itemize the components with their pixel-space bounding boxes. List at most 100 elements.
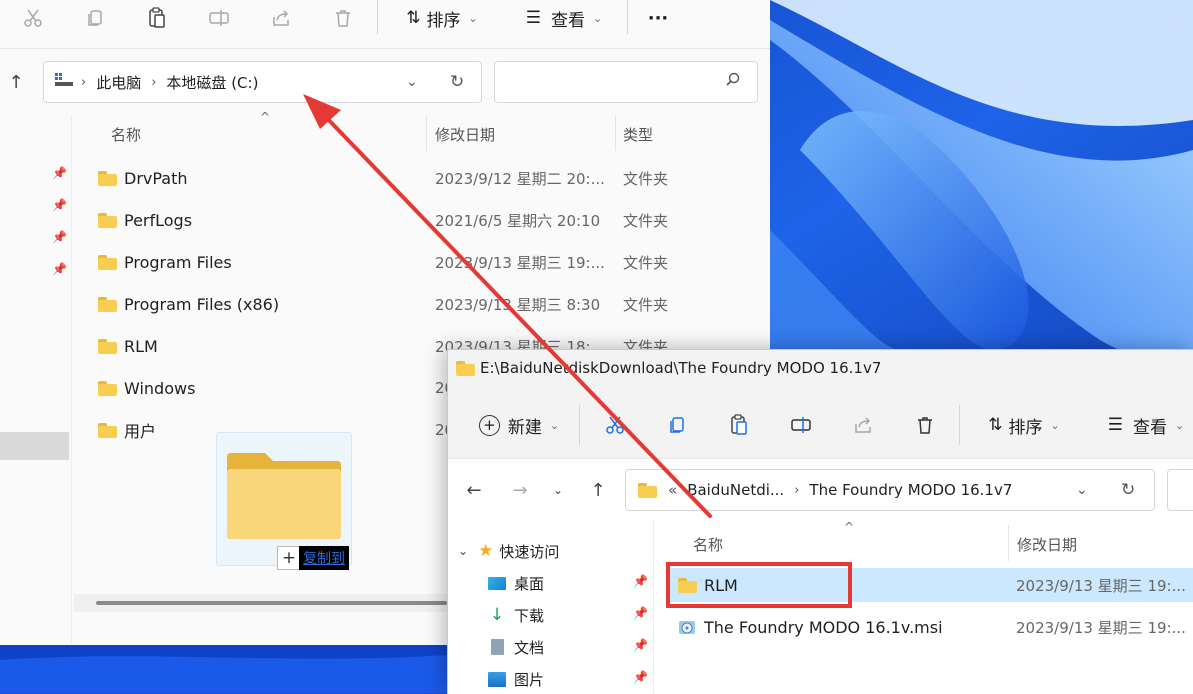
pin-icon[interactable]: 📌 (52, 166, 67, 180)
horizontal-scrollbar-thumb[interactable] (96, 601, 447, 605)
back-arrow-icon[interactable]: ← (462, 472, 486, 508)
up-arrow-icon[interactable]: ↑ (586, 472, 610, 508)
toolbar-separator (579, 405, 580, 445)
column-header-type[interactable]: 类型 (623, 124, 653, 145)
chevron-down-icon: ⌄ (458, 544, 469, 558)
pin-icon[interactable]: 📌 (633, 606, 648, 620)
copy-icon[interactable] (80, 0, 110, 36)
file-name: Program Files (124, 252, 232, 272)
column-header-date[interactable]: 修改日期 (435, 124, 495, 145)
document-icon (491, 639, 504, 655)
file-date: 2021/6/5 星期六 20:10 (435, 211, 601, 230)
share-icon[interactable] (848, 407, 878, 443)
table-row[interactable]: Program Files 2023/9/13 星期三 19:... 文件夹 (98, 246, 768, 278)
view-label: 查看 (1133, 417, 1168, 438)
cut-icon[interactable] (18, 0, 48, 36)
breadcrumb-this-pc[interactable]: 此电脑 (96, 72, 141, 93)
sort-ascending-icon: ^ (844, 520, 855, 534)
table-row[interactable]: PerfLogs 2021/6/5 星期六 20:10 文件夹 (98, 204, 768, 236)
nav-quick-access[interactable]: ⌄ ★ 快速访问 (458, 536, 559, 566)
download-icon: ↓ (489, 605, 505, 625)
folder-icon (98, 170, 117, 186)
breadcrumb-baidunetdisk[interactable]: BaiduNetdi... (687, 481, 784, 499)
pc-icon (55, 73, 73, 91)
breadcrumb-overflow[interactable]: « (668, 481, 677, 499)
table-row[interactable]: DrvPath 2023/9/12 星期二 20:... 文件夹 (98, 162, 768, 194)
forward-arrow-icon[interactable]: → (508, 472, 532, 508)
picture-icon (488, 671, 506, 687)
chevron-down-icon: ⌄ (1175, 418, 1185, 432)
nav-label: 文档 (514, 638, 545, 657)
column-divider[interactable] (615, 115, 616, 151)
nav-item-downloads[interactable]: ↓ 下载 📌 (488, 600, 648, 630)
chevron-right-icon: › (794, 482, 800, 498)
rename-icon[interactable] (204, 0, 234, 36)
copy-icon[interactable] (662, 407, 692, 443)
chevron-down-icon: ⌄ (1050, 418, 1060, 432)
table-row[interactable]: Program Files (x86) 2023/9/13 星期三 8:30 文… (98, 288, 768, 320)
file-date: 2023/9/13 星期三 19:... (1016, 576, 1186, 595)
folder-icon (98, 212, 117, 228)
more-options-button[interactable]: ··· (643, 0, 673, 36)
pin-icon[interactable]: 📌 (633, 670, 648, 684)
folder-icon (98, 254, 117, 270)
chevron-down-icon: ⌄ (593, 11, 603, 25)
pin-icon[interactable]: 📌 (633, 638, 648, 652)
window-title: E:\BaiduNetdiskDownload\The Foundry MODO… (480, 359, 882, 377)
rename-icon[interactable] (786, 407, 816, 443)
column-header-name[interactable]: 名称 (111, 124, 141, 145)
table-row[interactable]: The Foundry MODO 16.1v.msi 2023/9/13 星期三… (678, 611, 1193, 643)
view-button[interactable]: ☰ 查看 ⌄ (518, 0, 610, 36)
delete-icon[interactable] (910, 407, 940, 443)
chevron-down-icon[interactable]: ⌄ (1076, 482, 1088, 498)
column-divider[interactable] (1008, 525, 1009, 561)
plus-icon: + (277, 546, 301, 570)
nav-item-pictures[interactable]: 图片 📌 (488, 664, 648, 694)
column-header-date[interactable]: 修改日期 (1017, 534, 1077, 555)
chevron-down-icon[interactable]: ⌄ (406, 74, 418, 90)
folder-icon (98, 296, 117, 312)
share-icon[interactable] (266, 0, 296, 36)
file-type: 文件夹 (623, 211, 669, 230)
delete-icon[interactable] (328, 0, 358, 36)
paste-icon[interactable] (724, 407, 754, 443)
sort-button[interactable]: ⇅ 排序 ⌄ (396, 0, 488, 36)
refresh-icon[interactable]: ↻ (450, 72, 464, 92)
pin-icon[interactable]: 📌 (52, 198, 67, 212)
nav-pane-divider (653, 520, 654, 694)
file-name: RLM (124, 336, 158, 356)
up-arrow-icon[interactable]: ↑ (4, 64, 28, 100)
search-input[interactable] (1167, 469, 1193, 511)
search-input[interactable] (494, 61, 758, 103)
nav-item-desktop[interactable]: 桌面 📌 (488, 568, 648, 598)
paste-icon[interactable] (142, 0, 172, 36)
recent-locations-icon[interactable]: ⌄ (548, 472, 568, 508)
file-name: 用户 (124, 422, 157, 441)
desktop-icon (488, 576, 506, 590)
breadcrumb-local-disk[interactable]: 本地磁盘 (C:) (166, 72, 258, 93)
nav-selected-item[interactable] (0, 432, 69, 460)
address-bar[interactable]: « BaiduNetdi... › The Foundry MODO 16.1v… (625, 469, 1155, 511)
pin-icon[interactable]: 📌 (633, 574, 648, 588)
breadcrumb-modo-folder[interactable]: The Foundry MODO 16.1v7 (809, 481, 1012, 499)
file-name: DrvPath (124, 168, 188, 188)
new-button[interactable]: + 新建 ⌄ (474, 407, 564, 443)
nav-item-documents[interactable]: 文档 📌 (488, 632, 648, 662)
sort-label: 排序 (426, 10, 461, 31)
large-folder-icon (227, 453, 341, 539)
column-divider[interactable] (426, 115, 427, 151)
pin-icon[interactable]: 📌 (52, 262, 67, 276)
refresh-icon[interactable]: ↻ (1121, 480, 1135, 500)
view-button[interactable]: ☰ 查看 ⌄ (1100, 407, 1192, 443)
installer-disc-icon (678, 618, 696, 636)
file-date: 2023/9/13 星期三 19:... (1016, 618, 1186, 637)
address-bar[interactable]: › 此电脑 › 本地磁盘 (C:) ⌄ ↻ (43, 61, 482, 103)
column-header-name[interactable]: 名称 (693, 534, 723, 555)
cut-icon[interactable] (600, 407, 630, 443)
file-date: 2023/9/13 星期三 19:... (435, 253, 605, 272)
sort-ascending-icon: ^ (260, 110, 271, 124)
star-icon: ★ (478, 541, 494, 561)
sort-button[interactable]: ⇅ 排序 ⌄ (978, 407, 1070, 443)
chevron-right-icon: › (151, 74, 157, 90)
pin-icon[interactable]: 📌 (52, 230, 67, 244)
